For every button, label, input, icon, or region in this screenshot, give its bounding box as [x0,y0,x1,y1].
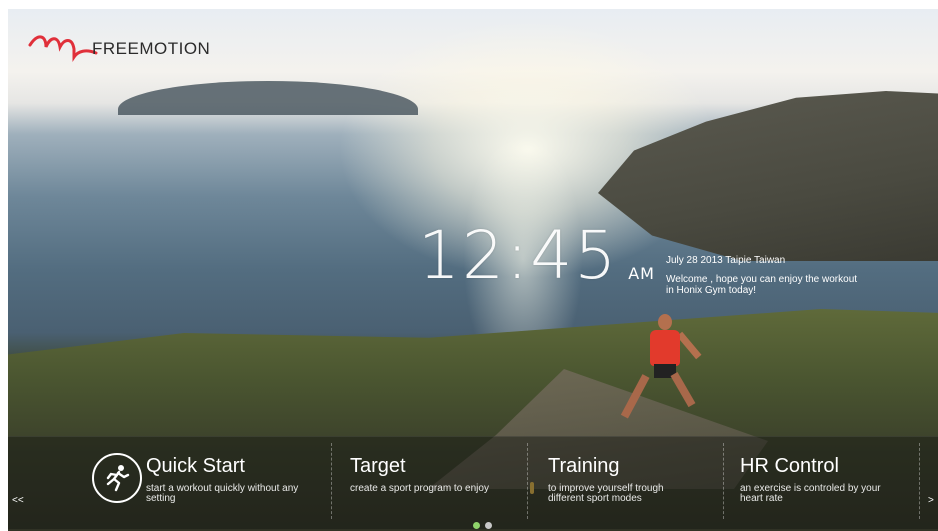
menu-item-training[interactable]: Training to improve yourself trough diff… [528,437,724,529]
menu-item-title: Quick Start [146,455,245,477]
app-frame: FREEMOTION 12:45 AM July 28 2013 Taipie … [0,0,938,531]
menu-divider [919,443,920,519]
menu-item-title: Training [548,455,620,477]
menu-item-title: Target [350,455,406,477]
next-page-button[interactable]: > [928,495,934,506]
menu-item-target[interactable]: Target create a sport program to enjoy [332,437,528,529]
clock: 12:45 AM [418,223,655,289]
main-menu: << Quick Start start a workout quickly w… [8,436,938,529]
brand-name: FREEMOTION [92,39,211,58]
runner-icon [92,453,142,503]
date-location: July 28 2013 Taipie Taiwan [666,255,786,266]
menu-item-quick-start[interactable]: Quick Start start a workout quickly with… [32,437,332,529]
freemotion-logo: FREEMOTION [28,27,210,67]
menu-item-title: HR Control [740,455,839,477]
page-indicator [473,522,492,529]
top-strip [0,0,938,9]
menu-item-desc: an exercise is controled by your heart r… [740,483,881,504]
menu-item-desc: to improve yourself trough different spo… [548,483,664,504]
page-dot[interactable] [485,522,492,529]
welcome-message: Welcome , hope you can enjoy the workout… [666,274,858,296]
info-panel: July 28 2013 Taipie Taiwan Welcome , hop… [666,255,866,296]
freemotion-swoosh-icon [28,35,98,62]
page-dot-active[interactable] [473,522,480,529]
runner-figure [620,314,702,429]
prev-page-button[interactable]: << [12,495,24,506]
menu-item-desc: start a workout quickly without any sett… [146,483,299,504]
menu-item-hr-control[interactable]: HR Control an exercise is controled by y… [724,437,920,529]
menu-item-desc: create a sport program to enjoy [350,483,489,494]
clock-time: 12:45 [418,217,619,294]
clock-ampm: AM [628,264,655,283]
home-screen: FREEMOTION 12:45 AM July 28 2013 Taipie … [8,9,938,531]
